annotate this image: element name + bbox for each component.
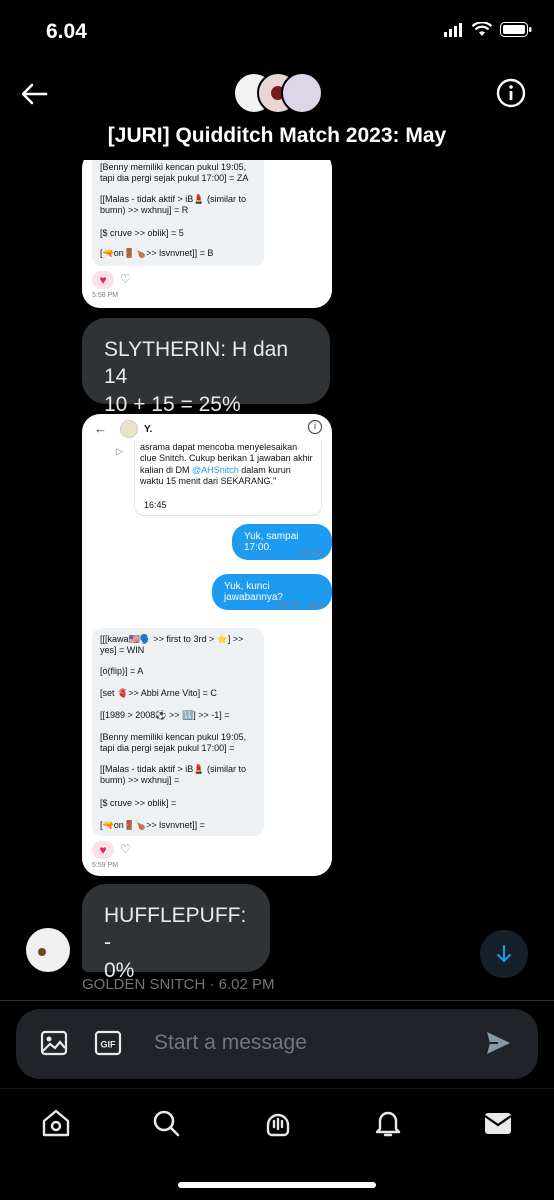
clue-line: [[Malas - tidak aktif > iB💄 (similar to … (100, 764, 246, 786)
image-attachment[interactable]: [Benny memiliki kencan pukul 19:05, tapi… (82, 160, 332, 308)
message-sender-meta: GOLDEN SNITCH · 6.02 PM (82, 976, 275, 993)
messages-icon[interactable] (482, 1107, 514, 1139)
gif-icon[interactable]: GIF (94, 1029, 122, 1057)
arrow-down-icon (497, 945, 511, 962)
status-time: 6.04 (46, 20, 87, 43)
add-reaction-icon: ♡ (120, 842, 131, 856)
bottom-nav (0, 1088, 554, 1200)
conversation-title: [JURI] Quidditch Match 2023: May (107, 124, 447, 147)
send-icon[interactable] (484, 1029, 512, 1057)
conversation-header: [JURI] Quidditch Match 2023: May (0, 64, 554, 160)
scroll-to-bottom-button[interactable] (480, 930, 528, 978)
share-icon: ▷ (116, 446, 123, 456)
message-bubble[interactable]: HUFFLEPUFF: - 0% (82, 884, 270, 982)
clue-line: [🔫on🚪🍗>> lsvnvnet]] = (100, 820, 205, 830)
svg-text:GIF: GIF (101, 1040, 117, 1050)
clue-line: [[[kawa🇺🇸🗣️ >> first to 3rd > ⭐] >> yes]… (100, 634, 244, 656)
image-icon[interactable] (40, 1029, 68, 1057)
clue-line: [set 🫀>> Abbi Arne Vito] = C (100, 688, 217, 698)
message-bubble[interactable]: SLYTHERIN: H dan 14 10 + 15 = 25% (82, 318, 330, 416)
home-indicator (178, 1182, 376, 1188)
message-input[interactable]: Start a message (154, 1031, 307, 1055)
message-time: 5:59 PM (92, 862, 119, 869)
info-icon[interactable] (496, 78, 526, 108)
heart-reaction-icon: ♥ (92, 841, 114, 859)
status-icons (444, 22, 532, 37)
search-icon[interactable] (150, 1107, 182, 1139)
home-icon[interactable] (40, 1107, 72, 1139)
clue-line: [Benny memiliki kencan pukul 19:05, tapi… (100, 162, 249, 184)
avatar (120, 420, 138, 438)
notifications-icon[interactable] (372, 1107, 404, 1139)
signal-icon (444, 22, 462, 37)
sender-avatar[interactable] (26, 928, 70, 972)
message-time: 5:45 PM (296, 550, 323, 557)
quoted-text: asrama dapat mencoba menyelesaikan clue … (140, 442, 313, 486)
back-arrow-icon: ← (94, 421, 107, 436)
clue-line: [[Malas - tidak aktif > iB💄 (similar to … (100, 194, 246, 216)
clue-line: [[1989 > 2008⚽ >> 🔢] >> -1] = (100, 710, 230, 720)
clue-line: [🔫on🚪🍗>> lsvnvnet]] = B (100, 248, 214, 258)
avatar (281, 72, 323, 114)
status-bar: 6.04 (0, 0, 554, 64)
inner-contact-name: Y. (144, 424, 153, 435)
spaces-icon[interactable] (262, 1107, 294, 1139)
clue-line: [Benny memiliki kencan pukul 19:05, tapi… (100, 732, 247, 754)
back-arrow-icon[interactable] (20, 80, 48, 108)
message-text: HUFFLEPUFF: - (104, 904, 247, 955)
quoted-time: 16:45 (144, 500, 167, 510)
message-time: 5:58 PM (92, 292, 119, 299)
message-text: SLYTHERIN: H dan 14 (104, 338, 289, 389)
message-list[interactable]: [Benny memiliki kencan pukul 19:05, tapi… (0, 160, 554, 998)
composer: GIF Start a message (16, 1009, 538, 1079)
clue-line: [$ cruve >> oblik] = 5 (100, 228, 184, 238)
battery-icon (500, 22, 532, 37)
heart-reaction-icon: ♥ (92, 271, 114, 289)
message-time: 5:58 PM · Dilihat (274, 602, 326, 609)
clue-line: [o(flip)] = A (100, 666, 144, 676)
group-avatars[interactable] (233, 72, 323, 116)
wifi-icon (472, 22, 492, 36)
add-reaction-icon: ♡ (120, 272, 131, 286)
composer-bar: GIF Start a message (0, 1000, 554, 1088)
info-icon: i (308, 420, 322, 434)
clue-line: [$ cruve >> oblik] = (100, 798, 177, 808)
image-attachment[interactable]: ← Y. i ▷ asrama dapat mencoba menyelesai… (82, 414, 332, 876)
